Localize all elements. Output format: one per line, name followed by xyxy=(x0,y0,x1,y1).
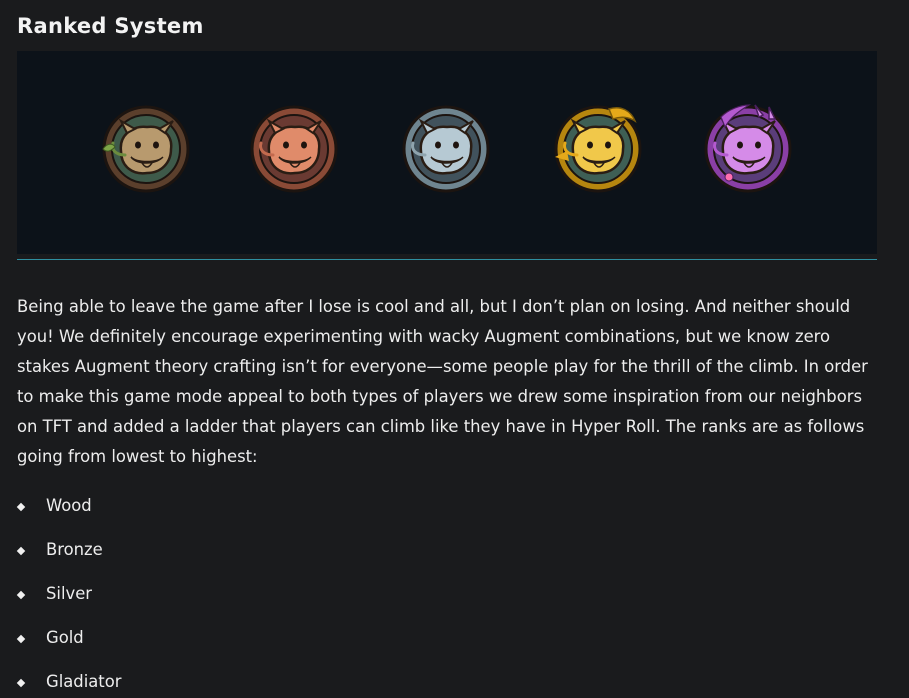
bronze-poro-emblem-icon xyxy=(245,99,343,197)
silver-poro-emblem-icon xyxy=(397,99,495,197)
rank-label: Gold xyxy=(46,628,84,647)
rank-emblems-banner xyxy=(17,51,877,254)
rank-label: Bronze xyxy=(46,540,103,559)
body-paragraph: Being able to leave the game after I los… xyxy=(17,297,868,466)
gladiator-poro-emblem-icon xyxy=(699,99,797,197)
rank-label: Wood xyxy=(46,496,92,515)
diamond-bullet-icon xyxy=(16,590,26,600)
rank-label: Gladiator xyxy=(46,672,122,691)
section-divider xyxy=(17,259,877,260)
diamond-bullet-icon xyxy=(16,546,26,556)
diamond-bullet-icon xyxy=(16,502,26,512)
diamond-bullet-icon xyxy=(16,678,26,688)
diamond-bullet-icon xyxy=(16,634,26,644)
section-title: Ranked System xyxy=(17,14,204,38)
wood-poro-emblem-icon xyxy=(97,99,195,197)
rank-label: Silver xyxy=(46,584,93,603)
gold-poro-emblem-icon xyxy=(549,99,647,197)
